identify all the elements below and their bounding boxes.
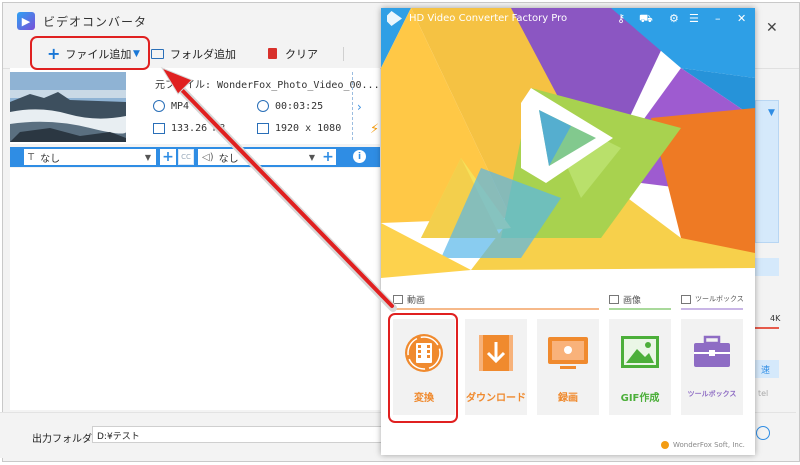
pointer-arrow	[160, 66, 397, 312]
screenshot-stage: ▶ ビデオコンバータ + ファイル追加 ▼ フォルダ追加 クリア 元ファイル: …	[0, 0, 800, 465]
